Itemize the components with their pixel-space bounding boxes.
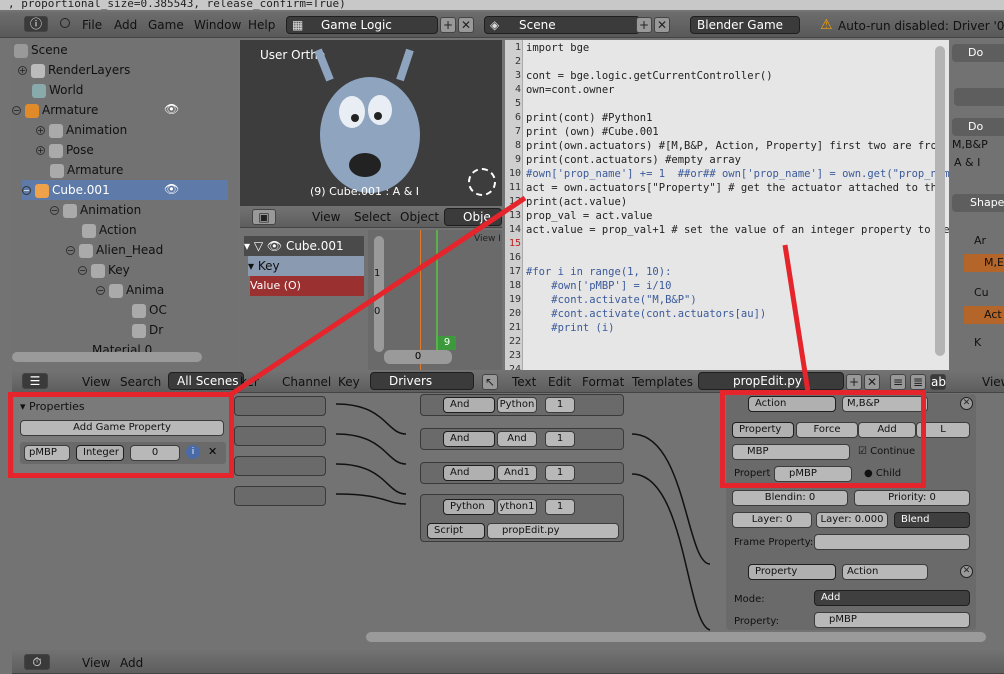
annotation-lines	[228, 195, 811, 398]
